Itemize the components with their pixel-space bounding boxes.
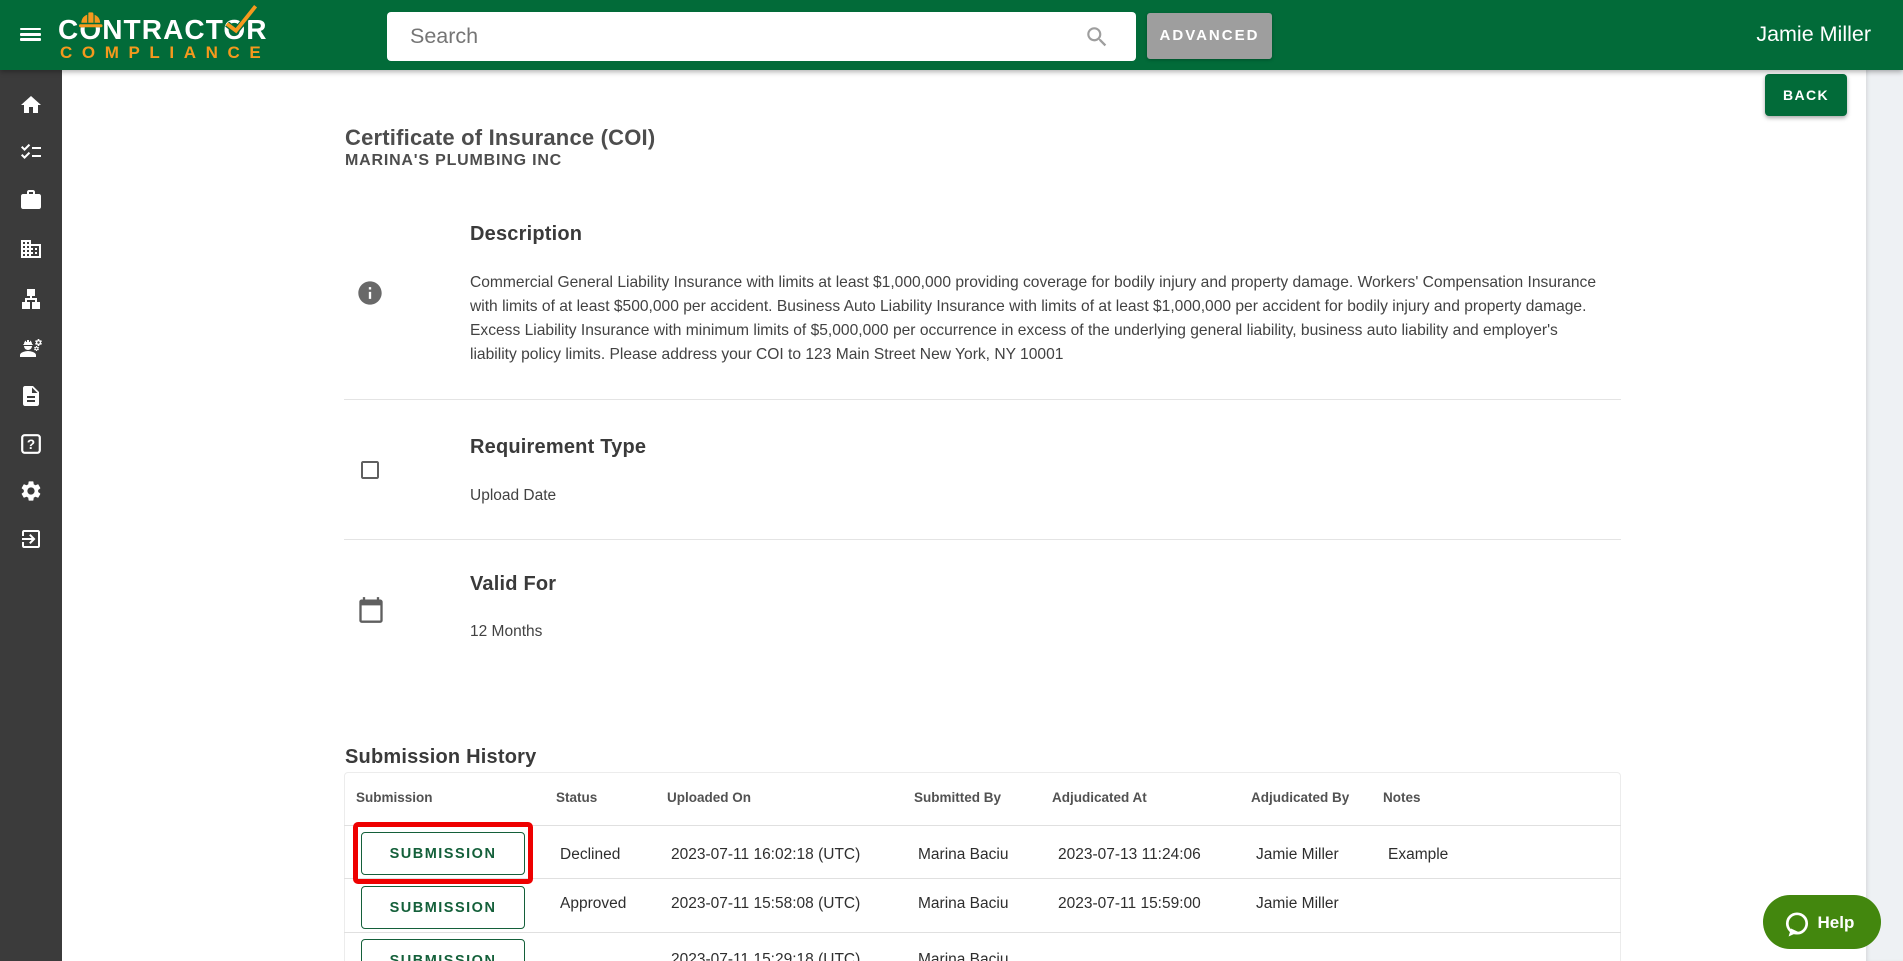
svg-text:?: ? bbox=[27, 437, 35, 452]
